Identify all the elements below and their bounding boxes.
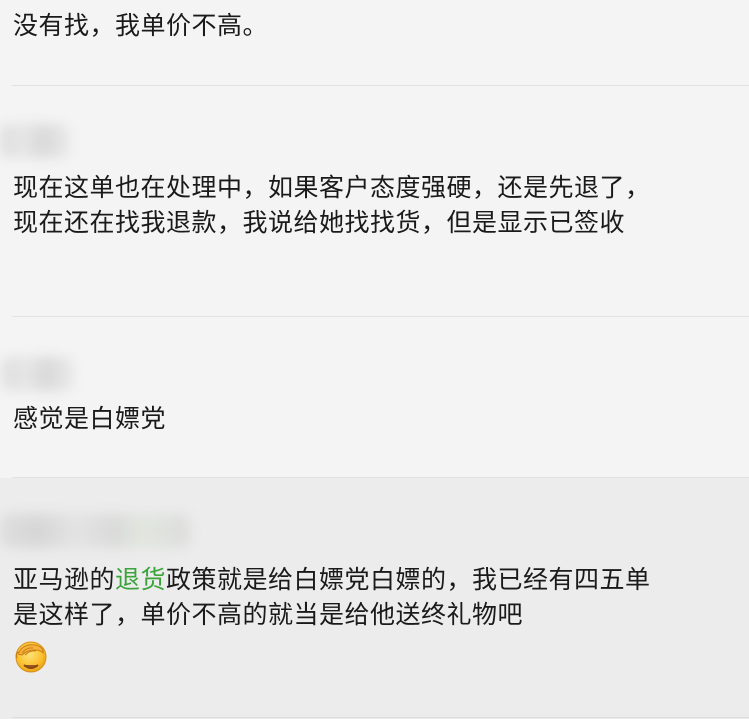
facepalm-emoji-icon: [13, 638, 49, 674]
comment-text: 感觉是白嫖党: [13, 404, 167, 433]
comment-text: 现在这单也在处理中，如果客户态度强硬，还是先退了，现在还在找我退款，我说给她找找…: [13, 173, 651, 237]
comment-divider: [12, 717, 749, 718]
comment-text: 没有找，我单价不高。: [13, 11, 269, 40]
comment-text: 亚马逊的退货政策就是给白嫖党白嫖的，我已经有四五单是这样了，单价不高的就当是给他…: [13, 562, 673, 674]
comment-item: 没有找，我单价不高。: [0, 0, 749, 86]
comment-text-segment: 亚马逊的: [13, 565, 116, 594]
comment-item: 现在这单也在处理中，如果客户态度强硬，还是先退了，现在还在找我退款，我说给她找找…: [0, 86, 749, 317]
comment-item: 感觉是白嫖党: [0, 317, 749, 478]
returns-link[interactable]: 退货: [115, 565, 166, 594]
blurred-username: [0, 124, 70, 158]
comment-item: 亚马逊的退货政策就是给白嫖党白嫖的，我已经有四五单是这样了，单价不高的就当是给他…: [0, 478, 749, 719]
blurred-username: [2, 357, 74, 391]
blurred-username: [0, 514, 190, 548]
comment-thread: 没有找，我单价不高。 现在这单也在处理中，如果客户态度强硬，还是先退了，现在还在…: [0, 0, 749, 719]
